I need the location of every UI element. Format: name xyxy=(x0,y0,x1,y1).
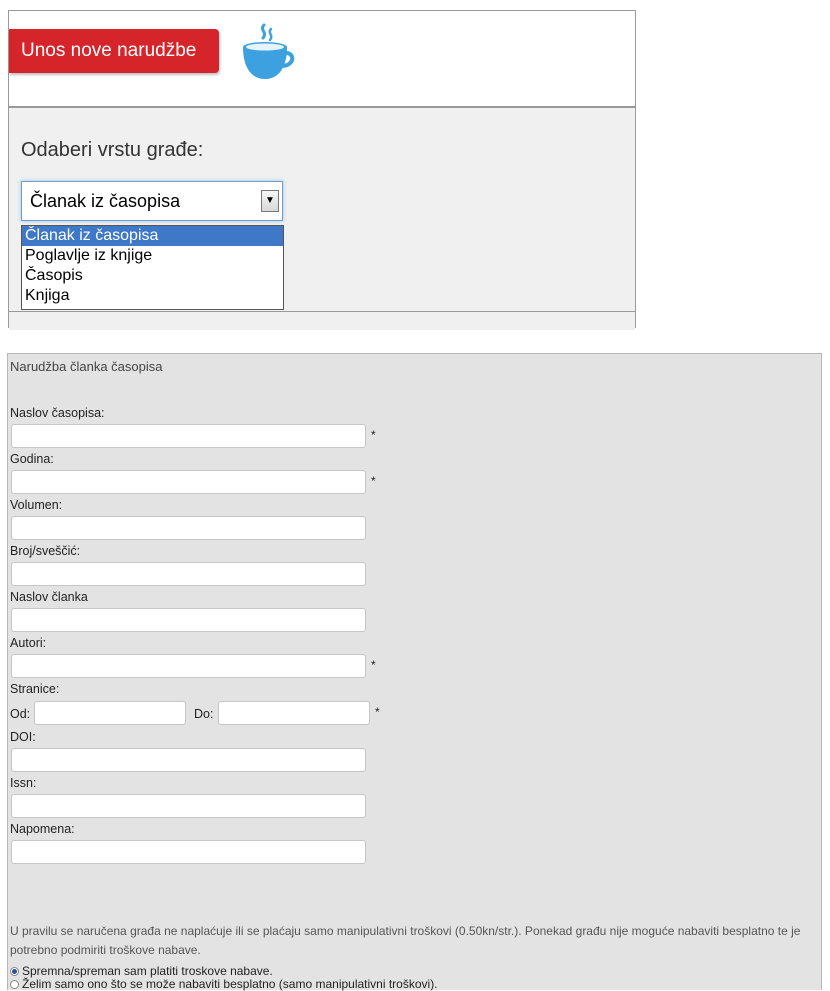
issue-input[interactable] xyxy=(11,562,366,586)
radio-button[interactable] xyxy=(10,980,19,989)
journal-title-label: Naslov časopisa: xyxy=(10,406,105,420)
dropdown-option-journal[interactable]: Časopis xyxy=(22,266,283,286)
material-type-label: Odaberi vrstu građe: xyxy=(21,139,204,161)
radio-label-free: Želim samo ono što se može nabaviti besp… xyxy=(22,977,438,991)
dropdown-option-book[interactable]: Knjiga xyxy=(22,286,283,306)
article-title-label: Naslov članka xyxy=(10,590,88,604)
year-label: Godina: xyxy=(10,452,54,466)
doi-label: DOI: xyxy=(10,730,36,744)
pages-label: Stranice: xyxy=(10,682,60,696)
pages-to-label: Do: xyxy=(194,707,214,721)
doi-input[interactable] xyxy=(11,748,366,772)
required-mark: * xyxy=(371,658,376,672)
form-title: Narudžba članka časopisa xyxy=(10,359,163,374)
year-input[interactable] xyxy=(11,470,366,494)
issue-label: Broj/sveščić: xyxy=(10,544,81,558)
note-input[interactable] xyxy=(11,840,366,864)
radio-option-free[interactable]: Želim samo ono što se može nabaviti besp… xyxy=(10,977,438,991)
chevron-down-icon[interactable]: ▼ xyxy=(261,190,279,212)
dropdown-option-article[interactable]: Članak iz časopisa xyxy=(22,226,283,246)
coffee-cup-icon xyxy=(243,23,295,79)
material-type-select[interactable]: Članak iz časopisa ▼ xyxy=(21,181,283,221)
radio-button-checked[interactable] xyxy=(10,967,19,976)
volume-input[interactable] xyxy=(11,516,366,540)
pages-from-label: Od: xyxy=(10,707,31,721)
article-order-form: Narudžba članka časopisa Naslov časopisa… xyxy=(7,353,822,991)
pages-to-input[interactable] xyxy=(218,701,370,725)
journal-title-input[interactable] xyxy=(11,424,366,448)
pages-from-input[interactable] xyxy=(34,701,186,725)
issn-input[interactable] xyxy=(11,794,366,818)
material-type-dropdown: Članak iz časopisa Poglavlje iz knjige Č… xyxy=(21,225,284,310)
authors-input[interactable] xyxy=(11,654,366,678)
material-type-selected-value: Članak iz časopisa xyxy=(30,191,181,211)
required-mark: * xyxy=(371,428,376,442)
volume-label: Volumen: xyxy=(10,498,63,512)
note-label: Napomena: xyxy=(10,822,75,836)
required-mark: * xyxy=(371,474,376,488)
issn-label: Issn: xyxy=(10,776,37,790)
article-title-input[interactable] xyxy=(11,608,366,632)
radio-option-pay[interactable]: Spremna/spreman sam platiti troskove nab… xyxy=(10,964,273,978)
radio-label-pay: Spremna/spreman sam platiti troskove nab… xyxy=(22,964,273,978)
order-type-panel: Unos nove narudžbe Odaberi vrstu građe: … xyxy=(8,10,636,330)
required-mark: * xyxy=(375,705,380,719)
top-header: Unos nove narudžbe xyxy=(9,11,635,106)
dropdown-option-chapter[interactable]: Poglavlje iz knjige xyxy=(22,246,283,266)
new-order-button[interactable]: Unos nove narudžbe xyxy=(9,29,219,73)
authors-label: Autori: xyxy=(10,636,47,650)
divider xyxy=(9,311,635,312)
cost-info-text: U pravilu se naručena građa ne naplaćuje… xyxy=(10,924,801,957)
